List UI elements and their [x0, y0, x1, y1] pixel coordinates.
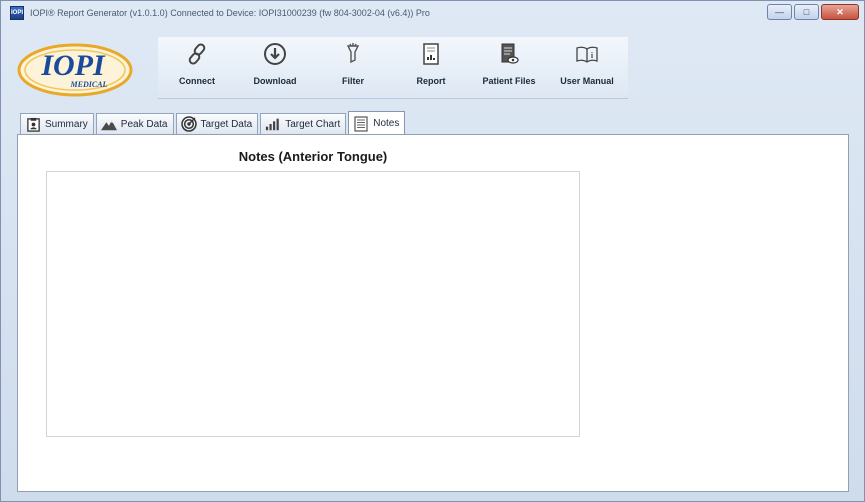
tab-strip: Summary Peak Data Target Data Target Cha… — [20, 111, 406, 135]
tab-summary-label: Summary — [45, 118, 88, 130]
link-icon — [184, 41, 210, 67]
notes-icon — [353, 115, 369, 132]
download-label: Download — [253, 76, 297, 86]
window-title: IOPI® Report Generator (v1.0.1.0) Connec… — [30, 8, 430, 18]
connect-button[interactable]: Connect — [158, 37, 236, 99]
main-toolbar: Connect Download Filter Report Patient F… — [158, 37, 628, 99]
report-label: Report — [416, 76, 446, 86]
svg-text:i: i — [591, 51, 594, 60]
mountain-icon — [100, 116, 117, 132]
app-window: IOPI IOPI® Report Generator (v1.0.1.0) C… — [0, 0, 865, 502]
clipboard-icon — [25, 116, 41, 132]
iopi-medical-logo: IOPI MEDICAL — [17, 37, 137, 103]
user-manual-button[interactable]: i User Manual — [548, 37, 626, 99]
filter-icon — [340, 41, 366, 67]
tab-peak-data[interactable]: Peak Data — [95, 113, 174, 134]
download-icon — [262, 41, 288, 67]
tab-target-chart-label: Target Chart — [285, 118, 341, 130]
tab-notes-label: Notes — [373, 118, 400, 129]
tab-target-data[interactable]: Target Data — [175, 113, 259, 134]
tab-target-chart[interactable]: Target Chart — [260, 113, 347, 134]
window-controls: — □ ✕ — [767, 4, 859, 20]
app-icon: IOPI — [10, 6, 24, 20]
notes-textarea[interactable] — [46, 171, 580, 437]
user-manual-icon: i — [574, 41, 600, 67]
close-button[interactable]: ✕ — [821, 4, 859, 20]
notes-title: Notes (Anterior Tongue) — [238, 149, 388, 164]
patient-files-label: Patient Files — [482, 76, 536, 86]
patient-files-button[interactable]: Patient Files — [470, 37, 548, 99]
report-icon — [418, 41, 444, 67]
tab-summary[interactable]: Summary — [20, 113, 94, 134]
svg-text:IOPI: IOPI — [40, 49, 106, 82]
target-icon — [180, 116, 197, 132]
user-manual-label: User Manual — [560, 76, 614, 86]
download-button[interactable]: Download — [236, 37, 314, 99]
tab-target-data-label: Target Data — [200, 118, 253, 130]
maximize-button[interactable]: □ — [794, 4, 819, 20]
tab-peak-data-label: Peak Data — [120, 118, 168, 130]
notes-panel: Notes (Anterior Tongue) — [17, 134, 849, 492]
tab-notes[interactable]: Notes — [348, 111, 406, 135]
svg-text:MEDICAL: MEDICAL — [70, 80, 108, 89]
filter-label: Filter — [341, 76, 364, 86]
connect-label: Connect — [179, 76, 215, 86]
report-button[interactable]: Report — [392, 37, 470, 99]
patient-files-icon — [496, 41, 522, 67]
filter-button[interactable]: Filter — [314, 37, 392, 99]
title-bar: IOPI IOPI® Report Generator (v1.0.1.0) C… — [1, 1, 864, 25]
bar-chart-icon — [265, 116, 281, 132]
minimize-button[interactable]: — — [767, 4, 792, 20]
